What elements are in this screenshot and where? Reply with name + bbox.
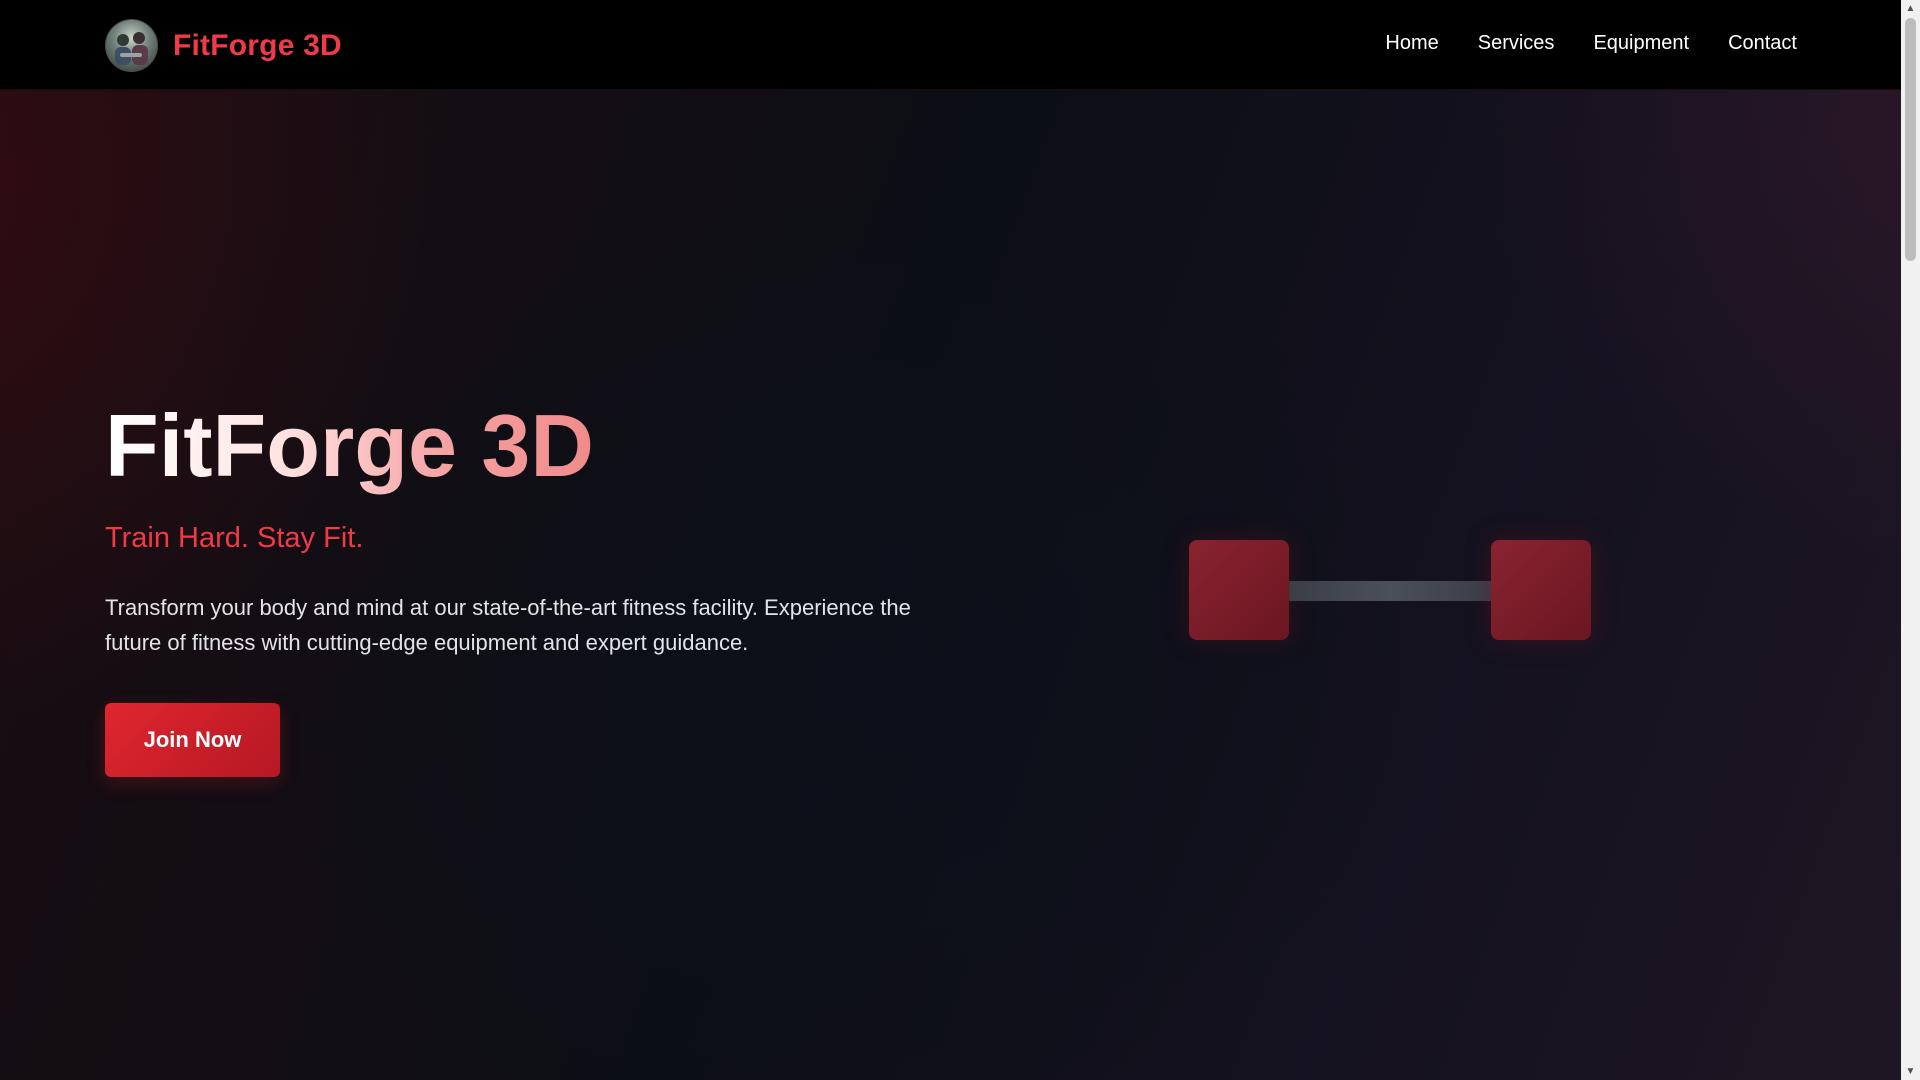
hero-description: Transform your body and mind at our stat… [105, 595, 911, 655]
dumbbell-right-plate [1491, 540, 1591, 640]
nav-services-link[interactable]: Services [1478, 30, 1555, 56]
hero-section [0, 90, 1901, 1080]
brand[interactable]: FitForge 3D [105, 19, 342, 72]
nav-equipment-link[interactable]: Equipment [1593, 30, 1689, 56]
hero-tagline: Train Hard. Stay Fit. [105, 522, 364, 554]
site-header: FitForge 3D Home Services Equipment Cont… [0, 0, 1901, 90]
hero-title: FitForge 3D [105, 396, 594, 495]
nav-contact-link[interactable]: Contact [1728, 30, 1797, 56]
brand-name[interactable]: FitForge 3D [173, 29, 342, 63]
dumbbell-left-plate [1189, 540, 1289, 640]
arrow-down-icon[interactable]: ▼ [1901, 1063, 1920, 1080]
gym-logo-icon [105, 19, 158, 72]
vertical-scrollbar[interactable]: ▲ ▼ [1901, 0, 1920, 1080]
arrow-up-icon[interactable]: ▲ [1901, 0, 1920, 17]
nav-home-link[interactable]: Home [1385, 30, 1438, 56]
main-nav: Home Services Equipment Contact [1385, 30, 1797, 56]
scrollbar-thumb[interactable] [1905, 18, 1916, 261]
dumbbell-icon [1189, 540, 1591, 640]
page: FitForge 3D Home Services Equipment Cont… [0, 0, 1901, 1080]
dumbbell-bar [1289, 581, 1491, 601]
join-now-button[interactable]: Join Now [105, 703, 280, 777]
